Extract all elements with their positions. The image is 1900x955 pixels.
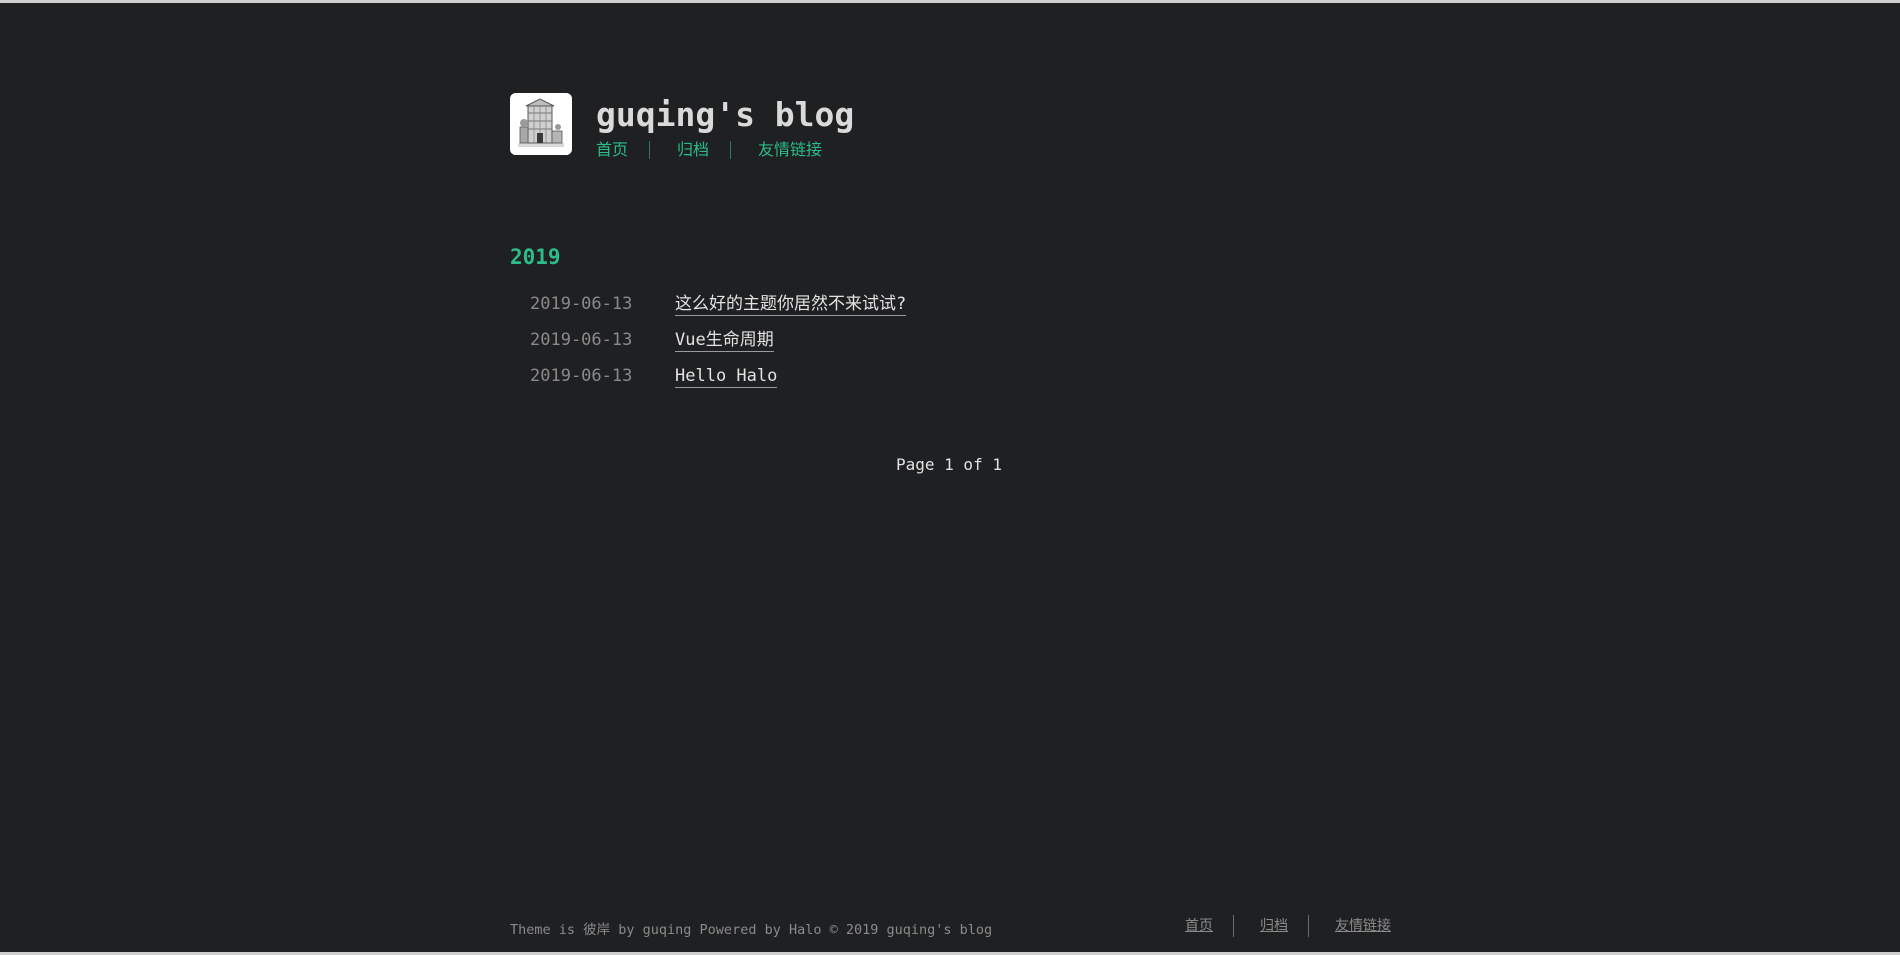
footer-nav-home[interactable]: 首页: [1185, 916, 1213, 936]
post-date: 2019-06-13: [530, 294, 633, 314]
footer-nav-links[interactable]: 友情链接: [1335, 916, 1391, 936]
page-viewport: guqing's blog 首页 归档 友情链接 2019 2019-06-13…: [0, 3, 1900, 952]
footer-nav-divider: [1308, 915, 1309, 937]
post-date: 2019-06-13: [530, 366, 633, 386]
footer-nav: 首页 归档 友情链接: [1185, 915, 1391, 937]
archive-year: 2019: [510, 245, 561, 269]
post-title-link[interactable]: Hello Halo: [675, 365, 778, 388]
list-item: 2019-06-13 Vue生命周期: [530, 329, 906, 365]
post-title-link[interactable]: Vue生命周期: [675, 329, 774, 352]
building-sketch-icon: [510, 93, 572, 155]
site-title[interactable]: guqing's blog: [596, 95, 854, 135]
pagination-status: Page 1 of 1: [896, 455, 1002, 474]
list-item: 2019-06-13 这么好的主题你居然不来试试?: [530, 293, 907, 329]
site-logo[interactable]: [510, 93, 572, 155]
list-item: 2019-06-13 Hello Halo: [530, 365, 906, 401]
nav-item-links[interactable]: 友情链接: [758, 139, 822, 161]
post-list: 2019-06-13 这么好的主题你居然不来试试? 2019-06-13 Vue…: [530, 293, 907, 401]
footer-credits: Theme is 彼岸 by guqing Powered by Halo © …: [510, 922, 993, 938]
nav-item-archive[interactable]: 归档: [677, 139, 709, 161]
nav-divider: [649, 141, 651, 159]
nav-item-home[interactable]: 首页: [596, 139, 628, 161]
footer-nav-archive[interactable]: 归档: [1260, 916, 1288, 936]
footer-nav-divider: [1233, 915, 1234, 937]
main-nav: 首页 归档 友情链接: [596, 139, 822, 161]
post-title-link[interactable]: 这么好的主题你居然不来试试?: [675, 293, 907, 316]
nav-divider: [730, 141, 732, 159]
post-date: 2019-06-13: [530, 330, 633, 350]
